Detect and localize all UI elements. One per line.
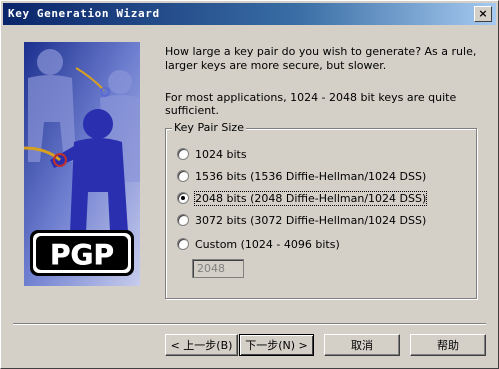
cancel-button[interactable]: 取消 <box>324 334 400 356</box>
radio-button[interactable] <box>177 148 189 160</box>
radio-option-1024[interactable]: 1024 bits <box>177 146 247 162</box>
radio-label: 2048 bits (2048 Diffie-Hellman/1024 DSS) <box>193 190 428 206</box>
help-button[interactable]: 帮助 <box>410 334 486 356</box>
radio-option-2048[interactable]: 2048 bits (2048 Diffie-Hellman/1024 DSS) <box>177 190 428 206</box>
close-icon: × <box>478 7 488 20</box>
button-separator <box>13 323 486 325</box>
key-size-question: How large a key pair do you wish to gene… <box>165 45 477 72</box>
radio-option-custom[interactable]: Custom (1024 - 4096 bits) <box>177 236 340 252</box>
radio-option-3072[interactable]: 3072 bits (3072 Diffie-Hellman/1024 DSS) <box>177 212 426 228</box>
pgp-logo-text: PGP <box>50 238 114 271</box>
back-button[interactable]: < 上一步(B) <box>165 334 238 356</box>
key-size-recommendation: For most applications, 1024 - 2048 bit k… <box>165 91 457 117</box>
close-button[interactable]: × <box>474 6 492 22</box>
next-button[interactable]: 下一步(N) > <box>239 334 314 356</box>
radio-button-selected[interactable] <box>177 192 189 204</box>
title-bar[interactable]: Key Generation Wizard × <box>3 3 496 25</box>
radio-button[interactable] <box>177 170 189 182</box>
radio-option-1536[interactable]: 1536 bits (1536 Diffie-Hellman/1024 DSS) <box>177 168 426 184</box>
pgp-art-image: PGP <box>24 42 140 286</box>
next-button-label: 下一步(N) > <box>245 339 308 352</box>
radio-button[interactable] <box>177 214 189 226</box>
radio-label: 3072 bits (3072 Diffie-Hellman/1024 DSS) <box>195 213 427 227</box>
radio-button[interactable] <box>177 238 189 250</box>
radio-label: Custom (1024 - 4096 bits) <box>195 237 340 251</box>
back-button-label: < 上一步(B) <box>170 339 233 352</box>
radio-label: 1024 bits <box>195 147 247 161</box>
cancel-button-label: 取消 <box>351 339 373 352</box>
window-title: Key Generation Wizard <box>8 7 160 20</box>
custom-key-size-input[interactable]: 2048 <box>192 259 244 278</box>
wizard-window: Key Generation Wizard × PGP How large a … <box>0 0 499 369</box>
help-button-label: 帮助 <box>437 339 459 352</box>
key-pair-size-legend: Key Pair Size <box>172 121 246 134</box>
pgp-illustration: PGP <box>24 42 140 286</box>
radio-label: 1536 bits (1536 Diffie-Hellman/1024 DSS) <box>195 169 427 183</box>
